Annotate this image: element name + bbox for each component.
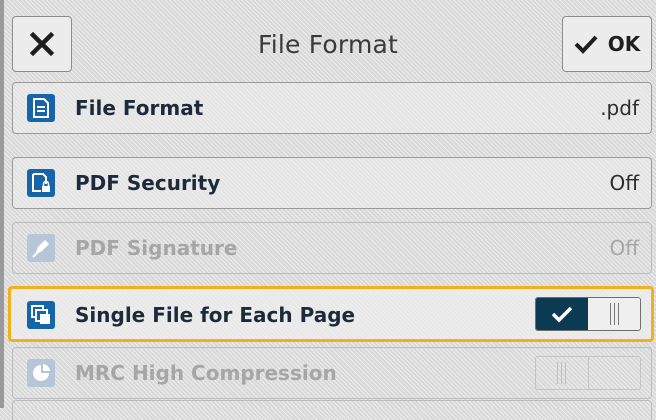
file-format-icon — [27, 94, 55, 122]
setting-value: Off — [609, 236, 639, 260]
toggle-grip-icon — [609, 303, 619, 325]
pen-icon — [27, 234, 55, 262]
toggle-off-segment — [587, 357, 641, 389]
setting-label: File Format — [75, 96, 204, 120]
mrc-toggle — [535, 356, 641, 390]
toggle-off-segment[interactable] — [588, 298, 640, 330]
setting-label: PDF Signature — [75, 236, 238, 260]
check-icon — [551, 306, 573, 323]
setting-value: Off — [609, 171, 639, 195]
setting-value: .pdf — [600, 96, 639, 120]
setting-mrc-high-compression: MRC High Compression — [12, 347, 652, 399]
setting-pdf-security[interactable]: PDF Security Off — [12, 157, 652, 209]
window-edge — [0, 0, 4, 408]
toggle-on-segment[interactable] — [536, 298, 588, 330]
setting-single-file-each-page[interactable]: Single File for Each Page — [8, 286, 654, 342]
pdf-lock-icon — [27, 169, 55, 197]
toggle-on-segment — [536, 357, 588, 389]
page-title: File Format — [257, 30, 399, 59]
setting-label: MRC High Compression — [75, 361, 337, 385]
setting-file-format[interactable]: File Format .pdf — [12, 82, 652, 134]
setting-label: Single File for Each Page — [75, 303, 356, 327]
pages-stack-icon — [27, 301, 55, 329]
single-file-toggle[interactable] — [535, 297, 641, 331]
pie-chart-icon — [27, 359, 55, 387]
setting-next-row-partial — [12, 400, 652, 420]
setting-label: PDF Security — [75, 171, 221, 195]
toggle-grip-icon — [557, 362, 567, 384]
setting-pdf-signature: PDF Signature Off — [12, 222, 652, 274]
